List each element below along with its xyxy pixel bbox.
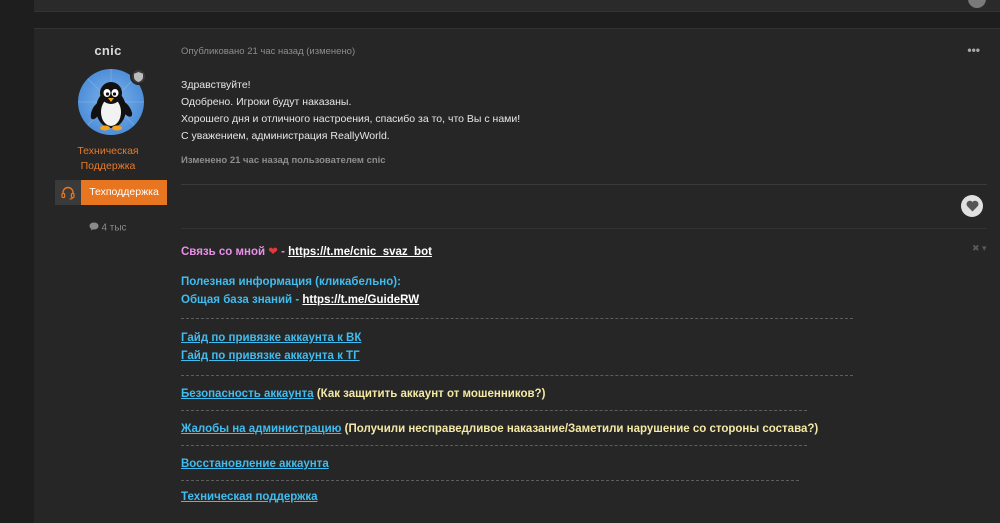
author-panel: cnic Техническая Поддержка Техподдержка … [34, 29, 182, 523]
heart-emoji-icon: ❤ [268, 246, 278, 258]
dashed-divider [181, 375, 853, 376]
headset-icon [55, 180, 81, 205]
contact-link[interactable]: https://t.me/cnic_svaz_bot [288, 246, 432, 258]
complaints-note: (Получили несправедливое наказание/Замет… [341, 423, 819, 435]
security-row: Безопасность аккаунта (Как защитить акка… [181, 385, 545, 403]
recovery-link[interactable]: Восстановление аккаунта [181, 455, 329, 473]
member-title-line1: Техническая [77, 145, 139, 157]
shield-icon [130, 68, 147, 85]
dashed-divider [181, 445, 807, 446]
dashed-divider [181, 410, 807, 411]
group-badge: Техподдержка [55, 180, 167, 205]
contact-dash: - [277, 246, 289, 258]
post-line: Здравствуйте! [181, 79, 251, 91]
guide-vk-link[interactable]: Гайд по привязке аккаунта к ВК [181, 329, 361, 347]
kb-label: Общая база знаний - [181, 294, 303, 306]
complaints-link[interactable]: Жалобы на администрацию [181, 423, 341, 435]
support-link[interactable]: Техническая поддержка [181, 488, 317, 506]
member-title-line2: Поддержка [80, 160, 136, 172]
contact-row: Связь со мной ❤ - https://t.me/cnic_svaz… [181, 243, 432, 261]
post-content: Здравствуйте! Одобрено. Игроки будут нак… [181, 77, 520, 145]
divider [181, 184, 987, 185]
post-line: С уважением, администрация ReallyWorld. [181, 130, 390, 142]
edited-note: Изменено 21 час назад пользователем cnic [181, 155, 386, 166]
post-count-value: 4 тыс [101, 222, 127, 234]
guide-tg-link[interactable]: Гайд по привязке аккаунта к ТГ [181, 347, 360, 365]
more-options-icon[interactable]: ••• [967, 43, 980, 57]
kb-link[interactable]: https://t.me/GuideRW [302, 294, 419, 306]
hide-signature-icon[interactable]: ✖ ▾ [972, 243, 987, 254]
comment-icon [89, 222, 99, 234]
dashed-divider [181, 318, 853, 319]
security-note: (Как защитить аккаунт от мошенников?) [313, 388, 546, 400]
forum-post: cnic Техническая Поддержка Техподдержка … [34, 28, 1000, 523]
security-link[interactable]: Безопасность аккаунта [181, 388, 314, 400]
complaints-row: Жалобы на администрацию (Получили неспра… [181, 420, 818, 438]
author-name[interactable]: cnic [34, 43, 182, 58]
useful-info-heading: Полезная информация (кликабельно): [181, 276, 401, 288]
previous-like-icon[interactable] [968, 0, 986, 8]
post-count: 4 тыс [34, 222, 182, 234]
group-label: Техподдержка [81, 180, 167, 205]
dashed-divider [181, 480, 799, 481]
post-line: Хорошего дня и отличного настроения, спа… [181, 113, 521, 125]
post-meta[interactable]: Опубликовано 21 час назад (изменено) [181, 46, 355, 57]
signature-divider [181, 228, 987, 229]
post-line: Одобрено. Игроки будут наказаны. [181, 96, 352, 108]
contact-label: Связь со мной [181, 246, 266, 258]
heart-icon [966, 200, 978, 212]
like-button[interactable] [961, 195, 983, 217]
previous-post-bottom [34, 0, 1000, 12]
knowledge-base-row: Общая база знаний - https://t.me/GuideRW [181, 291, 419, 309]
member-title: Техническая Поддержка [34, 144, 182, 174]
